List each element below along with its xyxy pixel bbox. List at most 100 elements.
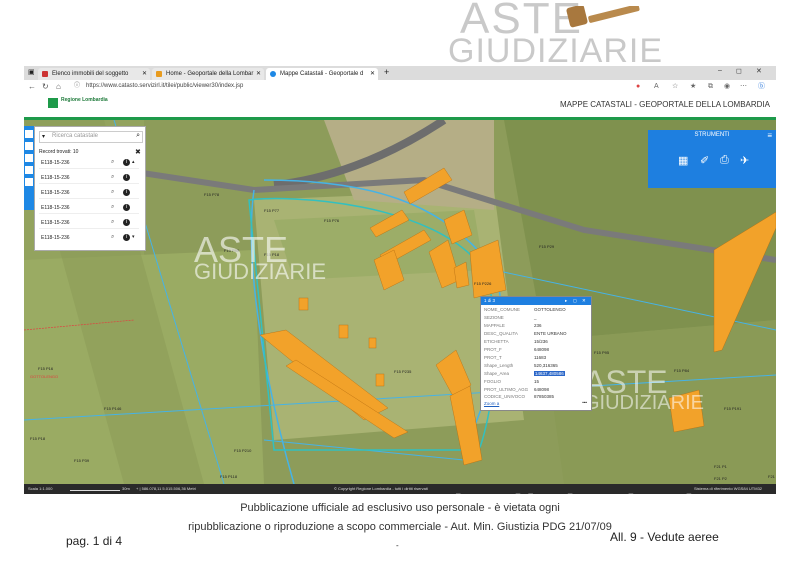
education-icon[interactable]: ✈ bbox=[740, 154, 749, 167]
minimize-button[interactable]: – bbox=[718, 67, 722, 74]
tools-title: STRUMENTI bbox=[694, 132, 730, 138]
lock-icon: ⓘ bbox=[74, 83, 81, 89]
next-icon[interactable]: ▸ bbox=[565, 298, 567, 304]
tab-close-icon[interactable]: ✕ bbox=[370, 68, 375, 80]
sidebar-toggle-icon[interactable]: ▣ bbox=[28, 68, 35, 76]
parcel-label: F21 P1 bbox=[714, 464, 728, 469]
search-box[interactable]: ▾ Ricerca catastale ⌕ bbox=[39, 131, 143, 143]
info-icon[interactable]: i bbox=[123, 159, 130, 166]
watermark-giudiziarie-2: GIUDIZIARIE bbox=[584, 392, 705, 414]
regione-logo-icon bbox=[48, 98, 58, 108]
zoom-icon[interactable]: ⌕ bbox=[111, 189, 114, 196]
search-icon[interactable]: ⌕ bbox=[136, 132, 140, 140]
home-icon[interactable]: ⌂ bbox=[56, 82, 61, 91]
field-key: PROT_F bbox=[484, 347, 502, 352]
home-map-icon[interactable] bbox=[25, 130, 33, 138]
zoom-icon[interactable]: ⌕ bbox=[111, 159, 114, 166]
field-row: DESC_QUALITA ENTE URBANO bbox=[484, 331, 588, 338]
watermark-giudiziarie-1: GIUDIZIARIE bbox=[194, 259, 327, 284]
back-icon[interactable]: ← bbox=[28, 82, 36, 91]
measure-icon[interactable]: ✐ bbox=[700, 154, 709, 167]
profile-icon[interactable]: ◉ bbox=[724, 82, 730, 91]
field-key: ETICHETTA bbox=[484, 339, 509, 344]
result-row[interactable]: E118-15-236 ⌕ i ▾ bbox=[39, 233, 139, 243]
bing-icon[interactable]: ⓑ bbox=[758, 82, 765, 91]
result-row[interactable]: E118-15-236 ⌕ i ▴ bbox=[39, 158, 139, 169]
search-input[interactable]: Ricerca catastale bbox=[52, 133, 98, 139]
field-value[interactable]: 14637,480586 bbox=[534, 371, 565, 376]
menu-icon[interactable]: ≡ bbox=[767, 131, 772, 140]
watermark-url: www.astegiudiziarie.it bbox=[192, 484, 711, 494]
favorites-icon[interactable]: ☆ bbox=[672, 82, 678, 91]
tab-home-geoportale[interactable]: Home - Geoportale della Lombar ✕ bbox=[152, 68, 264, 80]
info-icon[interactable]: i bbox=[123, 204, 130, 211]
zoom-icon[interactable]: ⌕ bbox=[111, 234, 114, 241]
info-icon[interactable]: i bbox=[123, 174, 130, 181]
result-row[interactable]: E118-15-236 ⌕ i bbox=[39, 173, 139, 184]
collections-icon[interactable]: ★ bbox=[690, 82, 696, 91]
footer-dash: - bbox=[396, 541, 399, 550]
extension-icon[interactable]: ● bbox=[636, 82, 640, 91]
field-key: Shape_Area bbox=[484, 371, 510, 376]
aste-giudiziarie-logo: ASTE GIUDIZIARIE bbox=[440, 0, 670, 70]
legend-icon[interactable] bbox=[25, 166, 33, 174]
tab-label: Home - Geoportale della Lombar bbox=[166, 71, 254, 77]
result-row[interactable]: E118-15-236 ⌕ i bbox=[39, 203, 139, 214]
field-key: SEZIONE bbox=[484, 315, 504, 320]
result-label: E118-15-236 bbox=[41, 160, 70, 166]
result-label: E118-15-236 bbox=[41, 205, 70, 211]
regione-logo-text: Regione Lombardia bbox=[61, 97, 108, 103]
new-tab-button[interactable]: + bbox=[384, 67, 389, 77]
dropdown-icon[interactable]: ▾ bbox=[42, 133, 45, 140]
field-value: 11683 bbox=[534, 355, 547, 360]
maximize-button[interactable]: ◻ bbox=[736, 67, 742, 75]
basemap-icon[interactable] bbox=[25, 154, 33, 162]
result-row[interactable]: E118-15-236 ⌕ i bbox=[39, 218, 139, 229]
url-field[interactable]: https://www.catasto.servizirl.it/tilei/p… bbox=[86, 82, 243, 91]
split-screen-icon[interactable]: ⧉ bbox=[708, 82, 713, 91]
field-row: ETICHETTA 15/236 bbox=[484, 339, 588, 346]
tab-mappe-catastali[interactable]: Mappe Catastali - Geoportale d ✕ bbox=[266, 68, 378, 80]
app-header: Regione Lombardia MAPPE CATASTALI - GEOP… bbox=[24, 93, 776, 120]
page-number: pag. 1 di 4 bbox=[66, 534, 123, 548]
tab-close-icon[interactable]: ✕ bbox=[142, 68, 147, 80]
field-value: 648098 bbox=[534, 347, 550, 352]
tools-panel: STRUMENTI ≡ ▦ ✐ ⎙ ✈ bbox=[648, 130, 776, 188]
tab-close-icon[interactable]: ✕ bbox=[256, 68, 261, 80]
grid-icon[interactable] bbox=[25, 178, 33, 186]
search-panel: ▾ Ricerca catastale ⌕ Record trovati: 10… bbox=[34, 126, 146, 251]
zoom-icon[interactable]: ⌕ bbox=[111, 219, 114, 226]
read-aloud-icon[interactable]: A bbox=[654, 82, 659, 91]
zoom-icon[interactable]: ⌕ bbox=[111, 174, 114, 181]
result-row[interactable]: E118-15-236 ⌕ i bbox=[39, 188, 139, 199]
close-popup-icon[interactable]: ✕ bbox=[582, 298, 586, 304]
more-icon[interactable]: ⋯ bbox=[740, 82, 747, 91]
zoom-icon[interactable]: ⌕ bbox=[111, 204, 114, 211]
layers-icon[interactable] bbox=[25, 142, 33, 150]
printer-icon[interactable]: ⎙ bbox=[720, 154, 729, 167]
parcel-label: F15 P118 bbox=[220, 474, 238, 479]
popup-header: 1 di 3 ▸ ◻ ✕ bbox=[481, 297, 591, 305]
close-window-button[interactable]: ✕ bbox=[756, 67, 762, 75]
parcel-label: F15 P146 bbox=[104, 406, 122, 411]
field-value: _ bbox=[534, 315, 537, 320]
field-row: Shape_Length 520,316365 bbox=[484, 363, 588, 370]
field-key: FOGLIO bbox=[484, 379, 502, 384]
result-label: E118-15-236 bbox=[41, 190, 70, 196]
tab-elenco[interactable]: Elenco immobili del soggetto ✕ bbox=[38, 68, 150, 80]
maximize-popup-icon[interactable]: ◻ bbox=[573, 298, 577, 304]
field-key: MAPPALE bbox=[484, 323, 505, 328]
field-row: PROT_ULTIMO_AGG 648098 bbox=[484, 387, 588, 394]
info-icon[interactable]: i bbox=[123, 219, 130, 226]
field-key: Shape_Length bbox=[484, 363, 514, 368]
parcel-label: GOTTOLENGO bbox=[30, 374, 58, 379]
parcel-label: F15 P95 bbox=[594, 350, 610, 355]
print-map-icon[interactable]: ▦ bbox=[678, 154, 688, 167]
more-options-icon[interactable]: ••• bbox=[582, 400, 587, 405]
zoom-to-link[interactable]: Zoom a bbox=[484, 401, 499, 406]
info-icon[interactable]: i bbox=[123, 189, 130, 196]
scale-bar-label: 30m bbox=[122, 486, 130, 491]
info-icon[interactable]: i bbox=[123, 234, 130, 241]
refresh-icon[interactable]: ↻ bbox=[42, 82, 49, 91]
close-results-icon[interactable]: ✖ bbox=[135, 148, 141, 156]
